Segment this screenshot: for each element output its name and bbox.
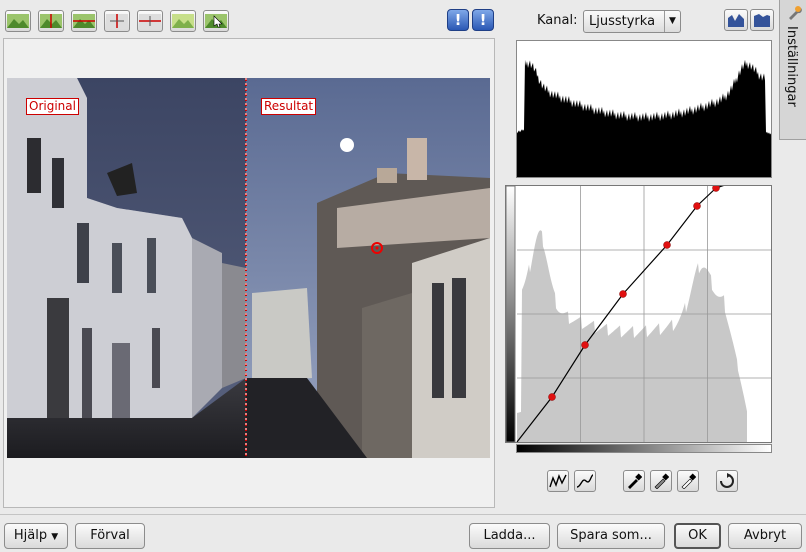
preview-original-icon (7, 14, 29, 28)
eyedropper-gray-icon (654, 473, 669, 489)
preview-original-button[interactable] (5, 10, 31, 32)
save-as-button[interactable]: Spara som... (557, 523, 665, 549)
output-gradient-bar (516, 444, 772, 453)
info-icon[interactable]: ! (447, 9, 469, 31)
eyedropper-white-icon (681, 473, 696, 489)
curve-control-point[interactable] (663, 241, 671, 249)
curve-editor[interactable] (505, 171, 772, 443)
eyedropper-black-icon (628, 473, 642, 489)
split-vertical-button[interactable] (38, 10, 64, 32)
ok-button[interactable]: OK (674, 523, 721, 549)
cancel-button[interactable]: Avbryt (728, 523, 802, 549)
preview-result-icon (172, 14, 194, 28)
histogram-bars (517, 59, 771, 178)
reset-icon (720, 473, 734, 488)
settings-side-tab[interactable]: Inställningar (779, 0, 806, 140)
log-histogram-button[interactable] (750, 9, 774, 31)
wrench-icon (789, 6, 802, 20)
curve-smooth-button[interactable] (574, 470, 596, 492)
dialog-divider (0, 514, 806, 515)
split-vertical-dual-button[interactable] (104, 10, 130, 32)
load-button[interactable]: Ladda... (469, 523, 550, 549)
curve-control-point[interactable] (619, 290, 627, 298)
original-label: Original (26, 98, 79, 115)
chevron-down-icon: ▼ (664, 11, 680, 32)
reset-curve-button[interactable] (716, 470, 738, 492)
pick-black-point-button[interactable] (623, 470, 645, 492)
pick-gray-point-button[interactable] (650, 470, 672, 492)
pick-color-icon (205, 14, 227, 28)
curve-freehand-button[interactable] (547, 470, 569, 492)
curve-histogram (517, 230, 747, 442)
channel-select[interactable]: Ljusstyrka ▼ (583, 10, 681, 33)
input-gradient-bar (505, 185, 516, 443)
linear-histogram-button[interactable] (724, 9, 748, 31)
histogram-panel (516, 40, 772, 178)
preview-image[interactable] (7, 78, 490, 458)
settings-tab-label: Inställningar (784, 26, 799, 107)
freehand-curve-icon (549, 474, 567, 488)
split-vertical-icon (40, 14, 62, 28)
help-button-label: Hjälp (13, 528, 48, 543)
info-icon-glyph: ! (454, 11, 462, 29)
split-horizontal-dual-icon (139, 14, 161, 28)
channel-label: Kanal: (537, 13, 578, 28)
curve-control-point[interactable] (712, 184, 720, 192)
pick-color-button[interactable] (203, 10, 229, 32)
linear-histogram-icon (728, 14, 744, 27)
help-button[interactable]: Hjälp ▼ (4, 523, 68, 549)
log-histogram-icon (754, 14, 770, 27)
info-icon-secondary[interactable]: ! (472, 9, 494, 31)
smooth-curve-icon (576, 474, 594, 488)
curve-control-point[interactable] (548, 393, 556, 401)
defaults-button[interactable]: Förval (75, 523, 145, 549)
split-horizontal-dual-button[interactable] (137, 10, 163, 32)
result-label: Resultat (261, 98, 317, 115)
pick-white-point-button[interactable] (677, 470, 699, 492)
histogram-graph (517, 59, 771, 178)
chevron-down-icon: ▼ (51, 532, 59, 542)
curve-graph[interactable] (505, 171, 772, 443)
info-icon-glyph-secondary: ! (479, 11, 487, 29)
preview-result-button[interactable] (170, 10, 196, 32)
split-horizontal-icon (73, 14, 95, 28)
split-horizontal-button[interactable] (71, 10, 97, 32)
curve-control-point[interactable] (581, 341, 589, 349)
street-photo-image (7, 78, 490, 458)
split-vertical-dual-icon (106, 14, 128, 28)
channel-value: Ljusstyrka (589, 14, 656, 29)
curve-control-point[interactable] (693, 202, 701, 210)
